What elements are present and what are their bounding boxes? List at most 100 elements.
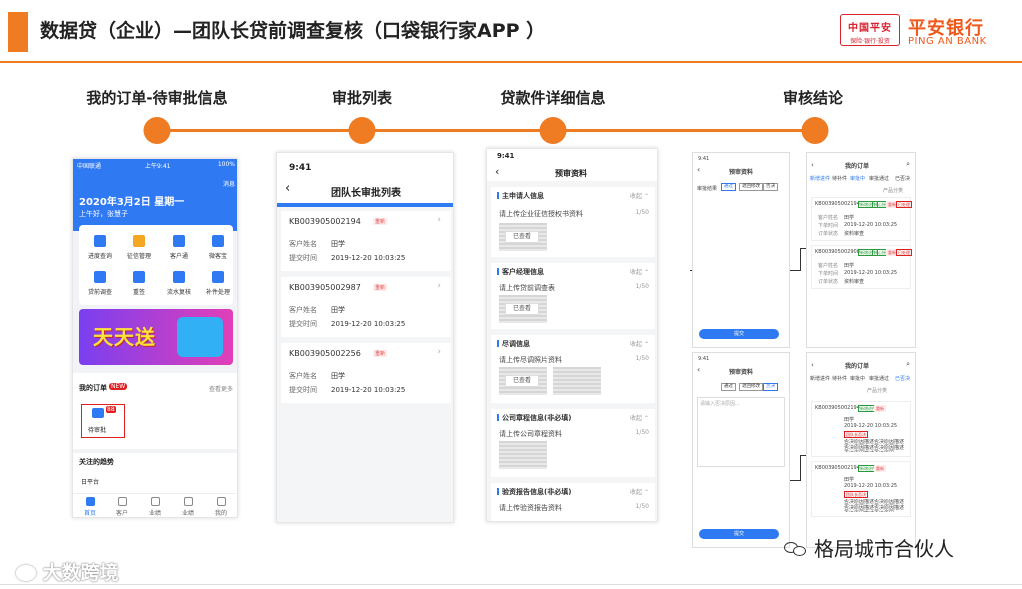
- screen-orders-rejected: ‹ 我的订单 ⌕ 新增进件 待补件 审批中 审批通过 已否决 产品分类 KB00…: [806, 352, 916, 548]
- tab-approved[interactable]: 审批通过: [869, 175, 889, 182]
- tab-pending-docs[interactable]: 待补件: [832, 375, 847, 382]
- back-arrow-icon[interactable]: ‹: [697, 165, 700, 174]
- flow-connector: [690, 270, 692, 271]
- option-return[interactable]: 退回修改: [739, 183, 763, 191]
- viewed-label: 已查看: [505, 231, 539, 243]
- orders-title: 我的订单: [845, 163, 870, 170]
- processed-flag: 已处理: [896, 249, 912, 256]
- tab-rejected[interactable]: 已否决: [895, 375, 910, 382]
- customer-row: 客户姓名 田学: [289, 305, 345, 315]
- upload-prompt: 请上传企业征信授权书资料: [499, 210, 583, 218]
- step-label-2: 审批列表: [331, 89, 393, 107]
- approval-item[interactable]: KB003905002194 重新 › 客户姓名 田学 提交时间 2019-12-2…: [281, 211, 451, 271]
- document-thumbnail[interactable]: 已查看: [499, 295, 547, 323]
- message-link[interactable]: 消息: [223, 179, 235, 188]
- collapse-toggle[interactable]: 收起 ⌃: [630, 487, 649, 496]
- document-thumbnail[interactable]: [499, 441, 547, 469]
- watermark-left-text: 大数跨境: [42, 562, 119, 584]
- viewed-label: 已查看: [505, 375, 539, 387]
- trend-title: 关注的趋势: [79, 458, 114, 466]
- logo-name-en: PING AN BANK: [908, 36, 987, 47]
- tab-home[interactable]: 首页: [75, 497, 105, 517]
- submit-time: 2019-12-20 10:03:25: [331, 320, 406, 328]
- tab-mine[interactable]: 我的: [206, 497, 236, 517]
- document-thumbnail[interactable]: [553, 367, 601, 395]
- person-icon[interactable]: [212, 271, 224, 283]
- tab-customer[interactable]: 客户: [107, 497, 137, 517]
- timeline-dot-3: [539, 117, 567, 144]
- collapse-toggle[interactable]: 收起 ⌃: [630, 413, 649, 422]
- see-more-link[interactable]: 查看更多: [209, 384, 233, 393]
- tab-new-application[interactable]: 新增进件: [810, 175, 830, 182]
- doc-icon[interactable]: [212, 235, 224, 247]
- document-thumbnail[interactable]: 已查看: [499, 367, 547, 395]
- order-card[interactable]: KB003905002194 新增进件 核心授权 重新 已处理 客户姓名 田学 …: [811, 197, 912, 241]
- tab-in-review[interactable]: 审批中: [850, 175, 865, 182]
- customer-label: 客户姓名: [289, 306, 317, 314]
- watermark-right-text: 格局城市合伙人: [814, 537, 954, 561]
- flow-connector: [800, 455, 801, 481]
- document-thumbnail[interactable]: 已查看: [499, 223, 547, 251]
- option-return[interactable]: 退回修改: [739, 383, 763, 391]
- doc-icon[interactable]: [133, 271, 145, 283]
- approval-item[interactable]: KB003905002987 重新 › 客户姓名 田学 提交时间 2019-12-2…: [281, 277, 451, 337]
- submit-label: 提交时间: [289, 320, 317, 328]
- option-approve[interactable]: 通过: [721, 383, 736, 391]
- flow-connector: [800, 248, 806, 249]
- back-arrow-icon[interactable]: ‹: [811, 361, 814, 369]
- product-filter[interactable]: 产品分类: [883, 187, 903, 194]
- search-icon[interactable]: ⌕: [906, 160, 910, 169]
- tab-rejected[interactable]: 已否决: [895, 175, 910, 182]
- option-reject[interactable]: 否决: [763, 383, 778, 391]
- step-label-4: 审核结论: [782, 89, 844, 107]
- tab-new-application[interactable]: 新增进件: [810, 375, 830, 382]
- order-time: 2019-12-20 10:03:25: [844, 270, 898, 276]
- tab-approved[interactable]: 审批通过: [869, 375, 889, 382]
- order-time-label: 下单时间: [818, 271, 839, 277]
- shield-icon[interactable]: [133, 235, 145, 247]
- option-reject[interactable]: 否决: [763, 183, 778, 191]
- doc-icon[interactable]: [173, 271, 185, 283]
- application-code: KB003905002256: [289, 349, 361, 358]
- tab-mine-label: 我的: [214, 510, 227, 517]
- processed-flag: 已处理: [896, 201, 912, 208]
- promo-banner[interactable]: 天天送: [79, 309, 233, 365]
- bottom-tab-bar: 首页 客户 业绩 业绩 我的: [73, 493, 237, 517]
- trend-item[interactable]: 日平台: [81, 477, 99, 486]
- order-card[interactable]: KB003905002194 新增进件 重新 田学 2019-12-20 10:…: [811, 401, 911, 457]
- approval-item[interactable]: KB003905002256 重新 › 客户姓名 田学 提交时间 2019-12-2…: [281, 343, 451, 403]
- product-filter[interactable]: 产品分类: [867, 387, 887, 394]
- tab-in-review[interactable]: 审批中: [850, 375, 865, 382]
- order-code: KB003905002194: [815, 201, 860, 207]
- order-code: KB003905002194: [815, 405, 860, 411]
- upload-count: 1/50: [635, 283, 649, 290]
- collapse-toggle[interactable]: 收起 ⌃: [630, 191, 649, 200]
- order-time-label: 下单时间: [818, 223, 839, 229]
- menu-label-4: 微客宝: [208, 253, 227, 260]
- submit-button[interactable]: 提交: [699, 329, 779, 339]
- back-arrow-icon[interactable]: ‹: [495, 165, 499, 178]
- pending-approval-highlight[interactable]: 88 待审批: [81, 404, 125, 438]
- back-arrow-icon[interactable]: ‹: [697, 365, 700, 374]
- back-arrow-icon[interactable]: ‹: [811, 161, 814, 169]
- tab-performance-1[interactable]: 业绩: [140, 497, 170, 517]
- reject-reason-input[interactable]: 请输入否决原因...: [697, 397, 785, 467]
- loan-details-title: 预审资料: [555, 169, 587, 178]
- tab-pending-docs[interactable]: 待补件: [832, 175, 847, 182]
- order-card[interactable]: KB003905002194 新增进件 重新 田学 2019-12-20 10:…: [811, 461, 911, 517]
- submit-button[interactable]: 提交: [699, 529, 779, 539]
- collapse-toggle[interactable]: 收起 ⌃: [630, 339, 649, 348]
- doc-icon[interactable]: [94, 271, 106, 283]
- doc-icon[interactable]: [94, 235, 106, 247]
- option-approve[interactable]: 通过: [721, 183, 736, 191]
- tab-performance-2[interactable]: 业绩: [173, 497, 203, 517]
- customer-name: 田学: [331, 372, 345, 380]
- search-icon[interactable]: ⌕: [906, 360, 910, 369]
- order-time: 2019-12-20 10:03:25: [844, 222, 898, 228]
- collapse-toggle[interactable]: 收起 ⌃: [630, 267, 649, 276]
- doc-icon[interactable]: [173, 235, 185, 247]
- footer-divider: [0, 584, 1022, 585]
- customer-label: 客户姓名: [289, 372, 317, 380]
- order-card[interactable]: KB003905002908 新增进件 核心授权 重新 已处理 客户姓名 田学 …: [811, 245, 912, 289]
- back-arrow-icon[interactable]: ‹: [285, 181, 290, 196]
